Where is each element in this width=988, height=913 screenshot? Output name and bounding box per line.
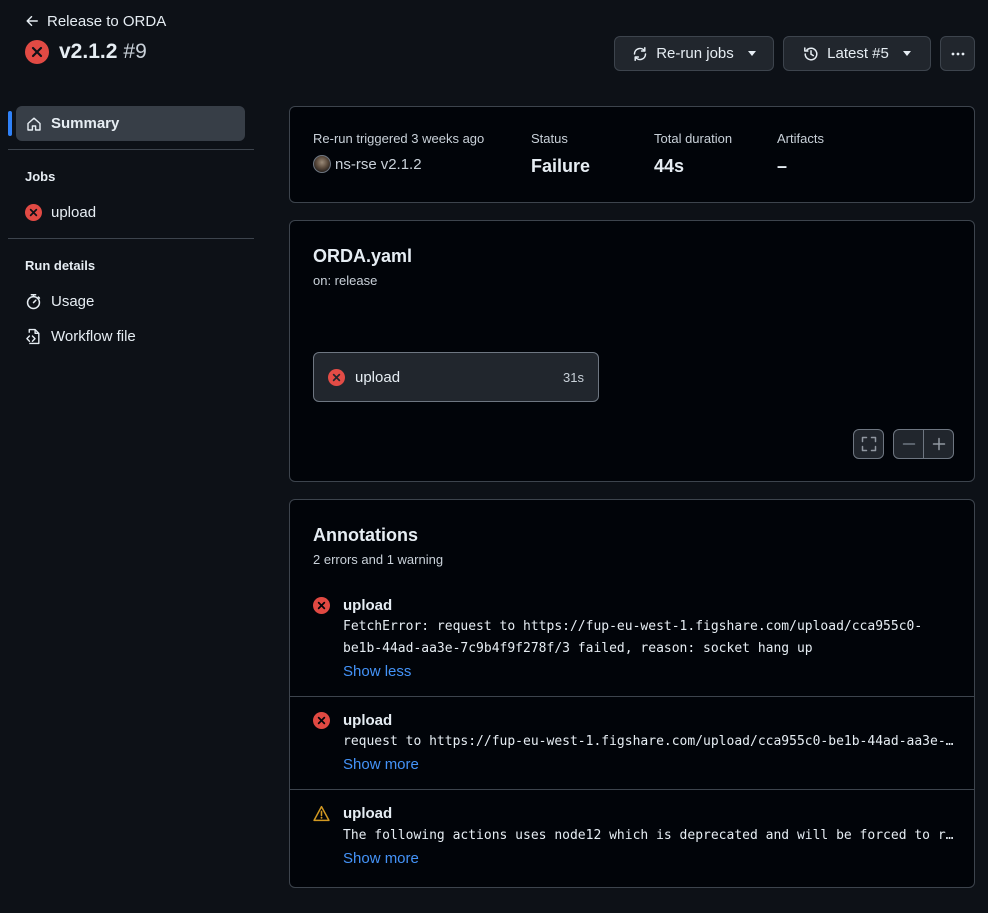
workflow-file-name: ORDA.yaml [313, 246, 413, 266]
annotations-title: Annotations [313, 525, 418, 545]
sidebar-divider [8, 238, 254, 239]
chevron-down-icon [747, 51, 756, 56]
file-code-icon [26, 328, 40, 344]
active-indicator [8, 111, 12, 136]
duration-value: 44s [654, 156, 685, 176]
sidebar-item-summary[interactable]: Summary [16, 106, 245, 141]
zoom-controls [893, 429, 954, 459]
fullscreen-button[interactable] [853, 429, 884, 459]
failure-icon [313, 597, 330, 614]
status-stat: Status Failure [531, 131, 590, 177]
sidebar-item-job-upload[interactable]: upload [25, 202, 96, 222]
ref-name[interactable]: v2.1.2 [381, 156, 422, 173]
sidebar-item-label: Usage [51, 292, 95, 310]
annotation-message: request to https://fup-eu-west-1.figshar… [343, 734, 955, 749]
annotation-job-name: upload [343, 712, 393, 729]
job-duration: 31s [563, 369, 584, 385]
alert-icon [313, 805, 330, 822]
arrow-left-icon [26, 15, 38, 27]
zoom-in-button[interactable] [924, 430, 953, 458]
annotation-divider [290, 789, 974, 790]
history-icon [804, 46, 818, 60]
screen-full-icon [861, 436, 876, 452]
show-less-link[interactable]: Show less [343, 663, 411, 680]
latest-attempt-label: Latest #5 [827, 45, 889, 62]
dash-icon [902, 443, 915, 445]
show-more-link[interactable]: Show more [343, 850, 419, 867]
run-title: v2.1.2 [59, 40, 118, 63]
artifacts-stat: Artifacts – [777, 131, 824, 177]
back-link-label: Release to ORDA [47, 12, 167, 30]
annotations-summary: 2 errors and 1 warning [313, 552, 444, 567]
trigger-label: Re-run triggered 3 weeks ago [313, 131, 485, 146]
duration-stat: Total duration 44s [654, 131, 732, 177]
avatar [313, 155, 331, 173]
kebab-horizontal-icon [951, 52, 964, 55]
failure-icon [313, 712, 330, 729]
status-value: Failure [531, 156, 591, 176]
run-details-heading: Run details [25, 258, 96, 273]
workflow-graph-card: ORDA.yaml on: release upload 31s [289, 220, 975, 482]
failure-icon [25, 203, 42, 221]
rerun-jobs-label: Re-run jobs [656, 45, 734, 62]
duration-label: Total duration [654, 131, 733, 146]
annotations-card: Annotations 2 errors and 1 warning uploa… [289, 499, 975, 888]
failure-icon [328, 368, 345, 386]
annotation-divider [290, 696, 974, 697]
sync-icon [633, 46, 647, 61]
annotation-message: The following actions uses node12 which … [343, 828, 955, 843]
sidebar-item-workflow-file[interactable]: Workflow file [25, 326, 136, 346]
sidebar-item-usage[interactable]: Usage [25, 291, 94, 311]
run-number: #9 [123, 40, 147, 63]
status-label: Status [531, 131, 568, 146]
home-icon [27, 117, 41, 131]
back-link[interactable]: Release to ORDA [25, 10, 166, 32]
job-name: upload [355, 368, 401, 386]
trigger-info: Re-run triggered 3 weeks ago ns-rse v2.1… [313, 131, 484, 173]
sidebar-item-label: Workflow file [51, 327, 136, 345]
show-more-link[interactable]: Show more [343, 756, 419, 773]
run-summary-card: Re-run triggered 3 weeks ago ns-rse v2.1… [289, 106, 975, 203]
chevron-down-icon [902, 51, 911, 56]
annotation-message: FetchError: request to https://fup-eu-we… [343, 619, 923, 656]
artifacts-value: – [777, 156, 788, 176]
annotation-job-name: upload [343, 805, 393, 822]
workflow-trigger: on: release [313, 273, 378, 288]
job-node-upload[interactable]: upload 31s [313, 352, 599, 402]
latest-attempt-button[interactable]: Latest #5 [783, 36, 931, 71]
actor-name[interactable]: ns-rse [335, 156, 377, 173]
page-title: v2.1.2 #9 [25, 40, 147, 64]
stopwatch-icon [26, 293, 41, 309]
sidebar-item-label: Summary [51, 115, 120, 132]
failure-status-icon [25, 40, 49, 64]
jobs-heading: Jobs [25, 169, 56, 184]
sidebar-divider [8, 149, 254, 150]
rerun-jobs-button[interactable]: Re-run jobs [614, 36, 774, 71]
more-options-button[interactable] [940, 36, 975, 71]
actor[interactable]: ns-rse v2.1.2 [313, 155, 484, 173]
annotation-job-name: upload [343, 597, 393, 614]
zoom-out-button[interactable] [894, 430, 924, 458]
artifacts-label: Artifacts [777, 131, 824, 146]
plus-icon [932, 437, 945, 451]
sidebar-item-label: upload [51, 203, 97, 221]
